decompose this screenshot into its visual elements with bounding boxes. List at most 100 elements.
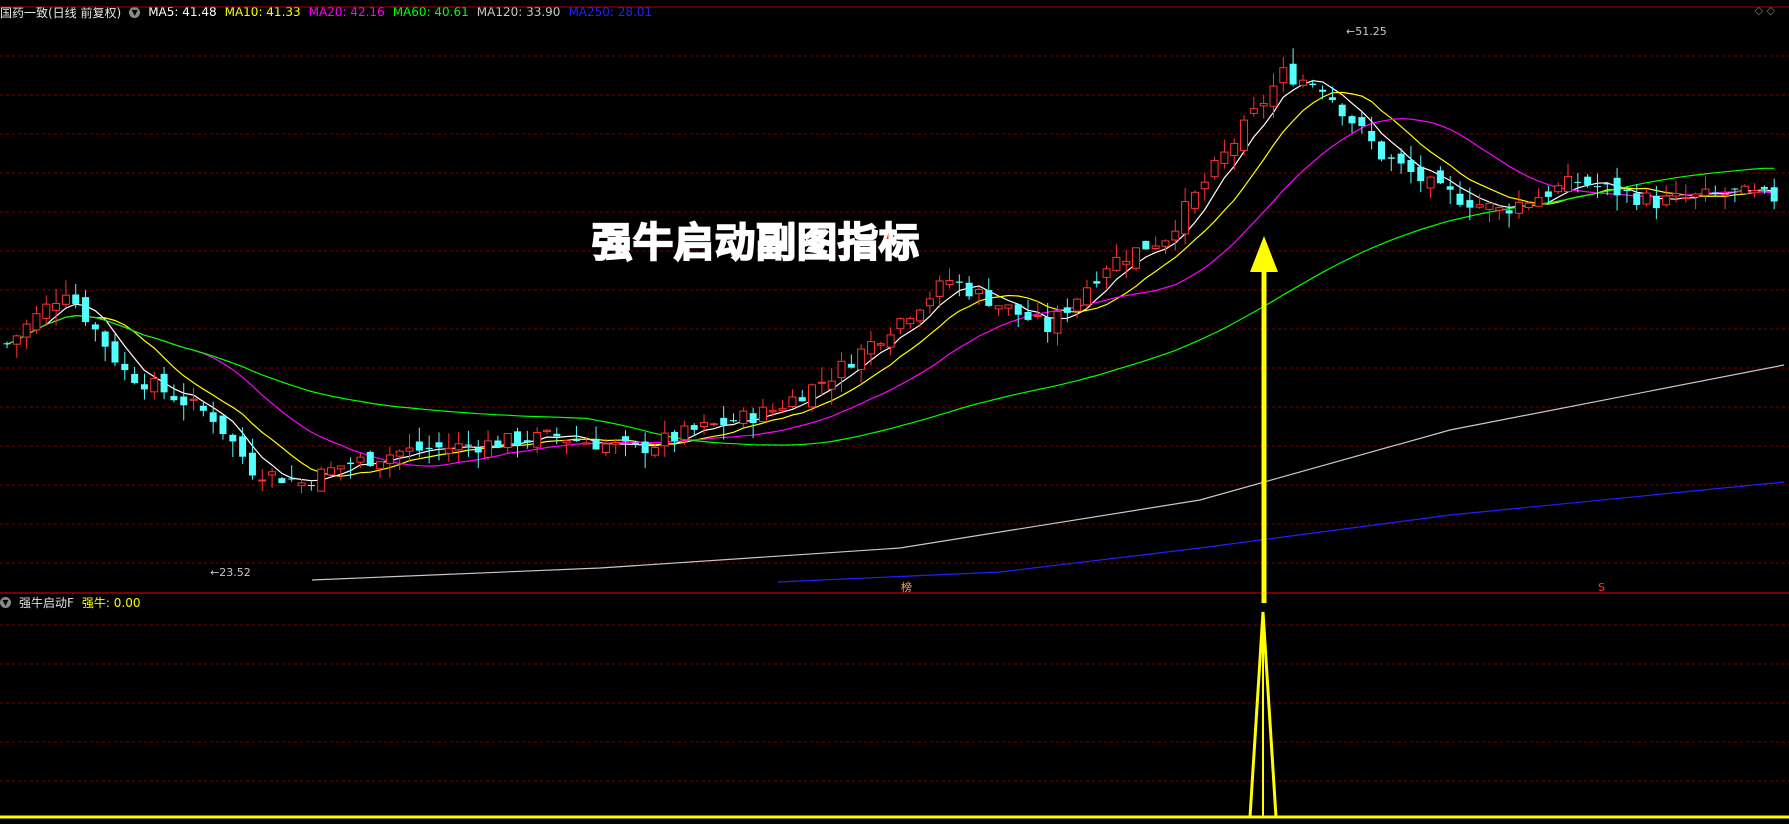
- candle: [1613, 167, 1621, 211]
- candle: [1534, 188, 1543, 207]
- candle: [248, 438, 256, 480]
- candle: [1112, 244, 1121, 272]
- candle: [553, 427, 561, 445]
- candle: [906, 316, 915, 329]
- sub-chart-name[interactable]: 强牛启动F: [19, 594, 74, 611]
- candle: [61, 280, 70, 308]
- high-price-label: ←51.25: [1346, 25, 1387, 38]
- candle: [1093, 271, 1101, 288]
- candle: [1387, 154, 1395, 172]
- candle: [730, 413, 738, 423]
- candle: [444, 433, 453, 462]
- candle: [768, 403, 777, 417]
- candle: [1681, 184, 1690, 203]
- chart-canvas[interactable]: ←51.25 ←23.52 榜 S: [0, 0, 1789, 824]
- candle: [1348, 114, 1356, 133]
- candle: [1368, 116, 1376, 150]
- candle: [425, 435, 433, 464]
- candle: [1662, 185, 1671, 207]
- sub-chart-header: ▼ 强牛启动F 强牛: 0.00: [0, 592, 148, 612]
- grid-lines: [0, 6, 1789, 782]
- candle: [317, 466, 326, 492]
- candle: [1132, 247, 1141, 272]
- candle: [1524, 201, 1533, 211]
- candle: [278, 476, 286, 484]
- candle: [749, 407, 757, 439]
- candle: [1161, 239, 1170, 255]
- candle: [239, 427, 247, 465]
- candle: [82, 290, 90, 326]
- candle: [22, 319, 31, 350]
- candle: [229, 433, 237, 457]
- candle: [788, 389, 797, 408]
- stock-chart-window: 国药一致(日线 前复权) ▼ MA5: 41.48 MA10: 41.33 MA…: [0, 0, 1789, 824]
- candle: [925, 291, 934, 314]
- candle: [1210, 156, 1219, 180]
- candle: [1142, 240, 1150, 250]
- candle: [121, 352, 129, 381]
- candle: [1770, 178, 1778, 210]
- candle: [219, 415, 227, 440]
- candle: [542, 428, 551, 435]
- candle: [366, 450, 374, 467]
- candle: [660, 420, 669, 457]
- candle: [326, 461, 335, 477]
- candle: [405, 433, 414, 462]
- candle: [1426, 175, 1435, 198]
- moving-average-lines: [6, 80, 1785, 583]
- candle: [385, 446, 394, 478]
- candle: [150, 371, 159, 400]
- candle: [1033, 300, 1042, 320]
- candle: [1544, 185, 1552, 204]
- ma120-line: [311, 364, 1785, 581]
- candle: [131, 366, 139, 385]
- chart-annotations: ←51.25 ←23.52 榜 S: [0, 25, 1789, 819]
- candle: [1436, 166, 1444, 185]
- candle: [1319, 85, 1327, 100]
- candle: [395, 449, 404, 471]
- candle: [435, 432, 443, 461]
- candle: [985, 278, 993, 307]
- candle: [1721, 187, 1730, 210]
- candle: [1289, 48, 1297, 87]
- candle: [592, 426, 600, 450]
- candle: [945, 268, 954, 289]
- candle: [601, 438, 610, 457]
- candle: [1279, 57, 1288, 92]
- candle: [866, 330, 875, 366]
- candle: [1259, 94, 1268, 119]
- candle: [32, 305, 41, 334]
- candle: [1102, 265, 1111, 289]
- candle: [1171, 220, 1180, 251]
- candle: [709, 422, 718, 427]
- ma20-line: [6, 117, 1775, 467]
- candle: [1377, 140, 1385, 162]
- candle: [474, 440, 482, 468]
- low-price-label: ←23.52: [210, 566, 251, 579]
- candle: [1574, 172, 1582, 193]
- candle: [916, 308, 925, 328]
- candle: [1240, 115, 1249, 156]
- candle: [1564, 163, 1573, 193]
- candle: [671, 429, 679, 453]
- candle: [1417, 155, 1425, 193]
- candle: [622, 430, 630, 457]
- indicator-banner: 强牛启动副图指标: [591, 219, 920, 267]
- candle: [1691, 192, 1700, 210]
- candle: [307, 481, 315, 491]
- candle: [356, 452, 365, 468]
- collapse-icon[interactable]: ▼: [0, 596, 11, 608]
- candle: [1249, 96, 1258, 117]
- ma5-line: [6, 80, 1775, 482]
- candle: [1044, 302, 1052, 343]
- candle: [12, 334, 21, 358]
- candle: [1014, 304, 1022, 328]
- candle: [641, 432, 649, 469]
- candle: [1298, 74, 1307, 88]
- candle: [454, 432, 463, 463]
- candle: [111, 334, 119, 367]
- candle: [1514, 190, 1523, 219]
- candle: [739, 407, 748, 428]
- candle: [1750, 183, 1759, 198]
- candlesticks: [3, 48, 1778, 494]
